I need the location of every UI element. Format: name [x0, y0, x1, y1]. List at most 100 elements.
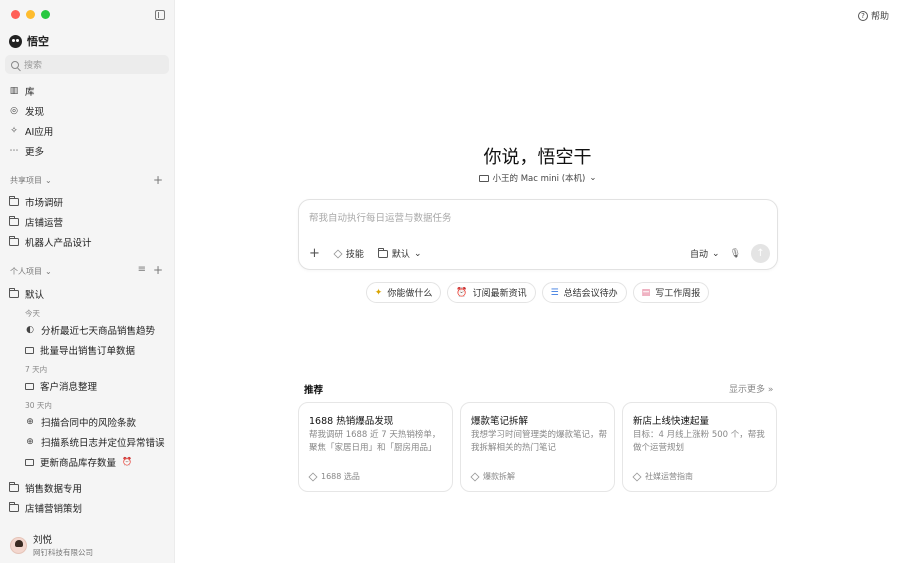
library-icon: ▥ — [9, 85, 19, 96]
prompt-composer[interactable]: 帮我自动执行每日运营与数据任务 + 技能 默认 ⌄ 自动 ⌄ 🎙 ↑ — [298, 199, 778, 270]
window-controls — [11, 10, 50, 19]
personal-folder[interactable]: 销售数据专用 — [8, 481, 83, 495]
nav-item-library[interactable]: ▥ 库 — [9, 84, 35, 98]
cube-icon — [470, 471, 480, 482]
recommend-card[interactable]: 爆款笔记拆解 我想学习时间管理类的爆款笔记，帮我拆解相关的热门笔记 爆款拆解 — [460, 402, 615, 492]
card-title: 新店上线快速起量 — [633, 416, 710, 427]
card-tag-label: 1688 选品 — [321, 472, 360, 481]
personal-folder-default[interactable]: 默认 — [8, 287, 45, 301]
personal-projects-toggle[interactable]: 个人项目 ⌄ — [10, 266, 52, 277]
progress-icon: ◐ — [26, 324, 34, 335]
suggestion-chips: ✦ 你能做什么 ⏰ 订阅最新资讯 ☰ 总结会议待办 ▤ 写工作周报 — [175, 282, 900, 303]
device-label: 小王的 Mac mini (本机) — [492, 174, 586, 184]
chip-meeting-todos[interactable]: ☰ 总结会议待办 — [541, 282, 627, 303]
task-item[interactable]: 客户消息整理 — [25, 379, 97, 393]
mode-select[interactable]: 自动 ⌄ — [690, 247, 720, 261]
chip-label: 订阅最新资讯 — [472, 289, 527, 299]
help-icon: ? — [858, 10, 868, 21]
help-label: 帮助 — [871, 12, 890, 22]
help-button[interactable]: ? 帮助 — [858, 9, 889, 22]
task-item[interactable]: 更新商品库存数量 ⏰ — [25, 455, 132, 469]
search-icon — [11, 60, 19, 69]
shared-project-item[interactable]: 机器人产品设计 — [8, 235, 92, 249]
project-label: 市场调研 — [25, 198, 64, 209]
composer-tools: + 技能 默认 ⌄ — [309, 247, 421, 260]
project-label: 店铺运营 — [25, 218, 64, 229]
personal-projects-label: 个人项目 — [10, 267, 42, 276]
monitor-icon — [25, 346, 34, 354]
minimize-window-button[interactable] — [26, 10, 35, 19]
task-item[interactable]: ⊕ 扫描合同中的风险条款 — [25, 415, 136, 429]
skills-button[interactable]: 技能 — [333, 247, 364, 260]
chip-label: 你能做什么 — [387, 289, 433, 299]
folder-label: 店铺营销策划 — [25, 504, 83, 515]
project-label: 机器人产品设计 — [25, 238, 92, 249]
wukong-logo-icon — [9, 34, 22, 48]
filter-icon[interactable]: ≡ — [138, 265, 146, 275]
prompt-placeholder: 帮我自动执行每日运营与数据任务 — [309, 213, 452, 224]
folder-label: 默认 — [25, 290, 45, 301]
nav-item-more[interactable]: ⋯ 更多 — [9, 144, 45, 158]
card-description: 目标：4 月线上涨粉 500 个，帮我做个运营规划 — [633, 430, 765, 453]
nav-item-discover[interactable]: ◎ 发现 — [9, 104, 44, 118]
chip-what-can-you-do[interactable]: ✦ 你能做什么 — [365, 282, 442, 303]
folder-icon — [8, 482, 19, 492]
nav-label: 更多 — [25, 147, 45, 158]
toggle-sidebar-icon[interactable] — [155, 10, 165, 20]
task-item[interactable]: ⊕ 扫描系统日志并定位异常错误 — [25, 435, 165, 449]
zoom-window-button[interactable] — [41, 10, 50, 19]
card-tag-label: 社媒运营指南 — [645, 472, 693, 481]
group-label-7days: 7 天内 — [25, 365, 48, 374]
microphone-icon[interactable]: 🎙 — [730, 249, 741, 259]
chip-subscribe-news[interactable]: ⏰ 订阅最新资讯 — [447, 282, 536, 303]
chip-label: 总结会议待办 — [563, 289, 618, 299]
user-profile[interactable]: 刘悦 网钉科技有限公司 — [10, 532, 93, 558]
show-more-label: 显示更多 — [729, 385, 766, 395]
group-label-30days: 30 天内 — [25, 401, 52, 410]
app-name: 悟空 — [27, 35, 49, 48]
globe-icon: ⊕ — [26, 436, 34, 447]
task-item[interactable]: 批量导出销售订单数据 — [25, 343, 135, 357]
folder-icon — [8, 502, 19, 512]
search-input[interactable]: 搜索 — [5, 55, 169, 74]
folder-open-icon — [8, 288, 19, 298]
show-more-button[interactable]: 显示更多 » — [729, 382, 773, 395]
cube-icon — [632, 471, 642, 482]
chip-weekly-report[interactable]: ▤ 写工作周报 — [632, 282, 710, 303]
nav-item-ai-apps[interactable]: ✧ AI应用 — [9, 124, 53, 138]
scheduled-icon: ⏰ — [122, 457, 132, 466]
personal-folder[interactable]: 店铺营销策划 — [8, 501, 83, 515]
shared-projects-toggle[interactable]: 共享项目 ⌄ — [10, 175, 52, 186]
cube-icon — [333, 248, 343, 259]
recommend-title: 推荐 — [304, 385, 324, 396]
card-tag: 1688 选品 — [308, 471, 360, 482]
close-window-button[interactable] — [11, 10, 20, 19]
folder-select[interactable]: 默认 ⌄ — [377, 247, 421, 260]
card-tag: 社媒运营指南 — [632, 471, 693, 482]
add-shared-project-icon[interactable]: + — [153, 174, 163, 186]
folder-label: 销售数据专用 — [25, 484, 83, 495]
send-button[interactable]: ↑ — [751, 244, 770, 263]
add-personal-project-icon[interactable]: + — [153, 264, 163, 276]
skills-label: 技能 — [345, 250, 364, 260]
more-icon: ⋯ — [9, 145, 19, 156]
add-icon[interactable]: + — [309, 247, 320, 260]
card-title: 1688 热销爆品发现 — [309, 416, 394, 427]
task-label: 扫描系统日志并定位异常错误 — [41, 438, 165, 449]
ai-apps-icon: ✧ — [10, 125, 18, 136]
mode-label: 自动 — [690, 250, 709, 260]
device-selector[interactable]: 小王的 Mac mini (本机) ⌄ — [175, 172, 900, 184]
brand: 悟空 — [9, 33, 49, 49]
card-tag: 爆款拆解 — [470, 471, 515, 482]
shared-project-item[interactable]: 店铺运营 — [8, 215, 64, 229]
shared-project-item[interactable]: 市场调研 — [8, 195, 64, 209]
chevron-down-icon: ⌄ — [45, 176, 52, 185]
task-label: 扫描合同中的风险条款 — [41, 418, 137, 429]
document-icon: ▤ — [641, 287, 651, 298]
chevron-down-icon: ⌄ — [45, 267, 52, 276]
recommend-card[interactable]: 新店上线快速起量 目标：4 月线上涨粉 500 个，帮我做个运营规划 社媒运营指… — [622, 402, 777, 492]
chip-label: 写工作周报 — [655, 289, 701, 299]
recommend-card[interactable]: 1688 热销爆品发现 帮我调研 1688 近 7 天热销榜单，聚焦「家居日用」… — [298, 402, 453, 492]
sidebar: 悟空 搜索 ▥ 库 ◎ 发现 ✧ AI应用 ⋯ 更多 共享项目 ⌄ + 市场调研… — [0, 0, 175, 563]
task-item[interactable]: ◐ 分析最近七天商品销售趋势 — [25, 323, 155, 337]
